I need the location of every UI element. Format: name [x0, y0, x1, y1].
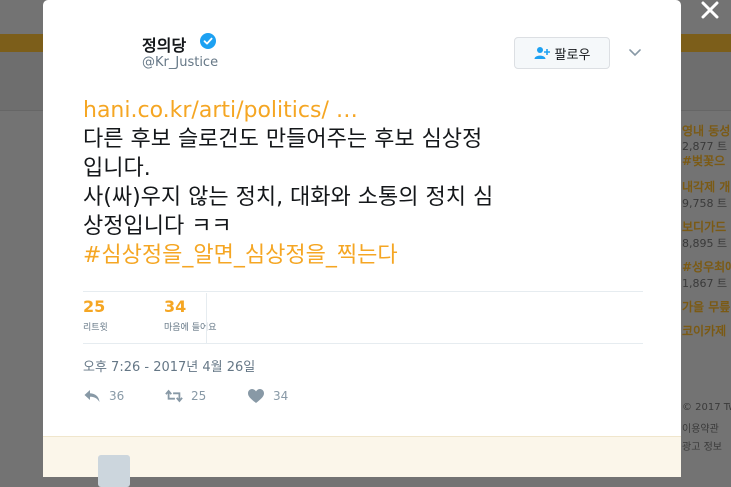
tweet-timestamp[interactable]: 오후 7:26 - 2017년 4월 26일 [83, 356, 255, 375]
reply-count: 36 [109, 389, 125, 403]
reply-button[interactable]: 36 [83, 388, 124, 404]
display-name[interactable]: 정의당 [142, 32, 186, 56]
user-handle[interactable]: @Kr_Justice [142, 55, 218, 70]
tweet-line: 상정입니다 ㅋㅋ [83, 214, 232, 239]
tweet-line: 입니다. [83, 156, 151, 181]
chevron-down-icon[interactable] [627, 44, 643, 60]
avatar[interactable] [83, 34, 131, 82]
reply-icon [84, 390, 100, 402]
retweet-action-count: 25 [191, 389, 207, 403]
divider [83, 343, 643, 344]
footer-ads: 광고 정보 [682, 442, 722, 453]
retweet-stat[interactable]: 25 리트윗 [83, 297, 108, 333]
like-action-count: 34 [273, 389, 289, 403]
follow-button[interactable]: 팔로우 [514, 37, 610, 69]
verified-badge-icon [200, 33, 216, 49]
trend-item: #성우최애 1,867 트 [682, 260, 731, 290]
trend-item: 가을 무릎 [682, 300, 731, 314]
like-count: 34 [164, 297, 187, 316]
trend-item: 영내 동성 2,877 트 [682, 124, 731, 153]
background-trends-sidebar: 영내 동성 2,877 트 #벚꽃으 내각제 개 9,758 트 보디가드 8,895… [676, 112, 731, 346]
tweet-header: 정의당 @Kr_Justice 팔로우 [43, 0, 681, 82]
retweet-label: 리트윗 [83, 323, 108, 333]
follow-user-icon [534, 47, 550, 59]
reply-composer[interactable] [43, 436, 681, 487]
like-stat[interactable]: 34 마음에 들어요 [164, 297, 217, 333]
trend-item: 코이카제 [682, 324, 727, 338]
trend-item: #벚꽃으 [682, 154, 726, 168]
follow-button-label: 팔로우 [554, 47, 591, 63]
retweet-button[interactable]: 25 [165, 388, 206, 404]
retweet-icon [165, 389, 183, 403]
tweet-line: 다른 후보 슬로건도 만들어주는 후보 심상정 [83, 127, 483, 152]
retweet-count: 25 [83, 297, 106, 316]
tweet-line: 사(싸)우지 않는 정치, 대화와 소통의 정치 심 [83, 185, 494, 210]
footer-terms: 이용약관 [682, 424, 719, 435]
heart-icon [248, 389, 264, 403]
trend-item: 내각제 개 9,758 트 [682, 180, 731, 210]
like-button[interactable]: 34 [247, 388, 288, 404]
divider [83, 291, 643, 292]
tweet-permalink-modal: 정의당 @Kr_Justice 팔로우 hani.co.kr/arti/poli… [43, 0, 681, 487]
tweet-link[interactable]: hani.co.kr/arti/politics/ … [83, 98, 358, 123]
avatar [98, 455, 130, 487]
tweet-text: hani.co.kr/arti/politics/ … 다른 후보 슬로건도 만… [83, 96, 643, 270]
stats-separator [206, 293, 207, 343]
hashtag-link[interactable]: #심상정을_알면_심상정을_찍는다 [83, 243, 398, 268]
trend-item: 보디가드 8,895 트 [682, 220, 728, 250]
close-icon[interactable] [697, 0, 723, 26]
footer-copyright: © 2017 Tw [682, 402, 731, 413]
like-label: 마음에 들어요 [164, 323, 217, 333]
